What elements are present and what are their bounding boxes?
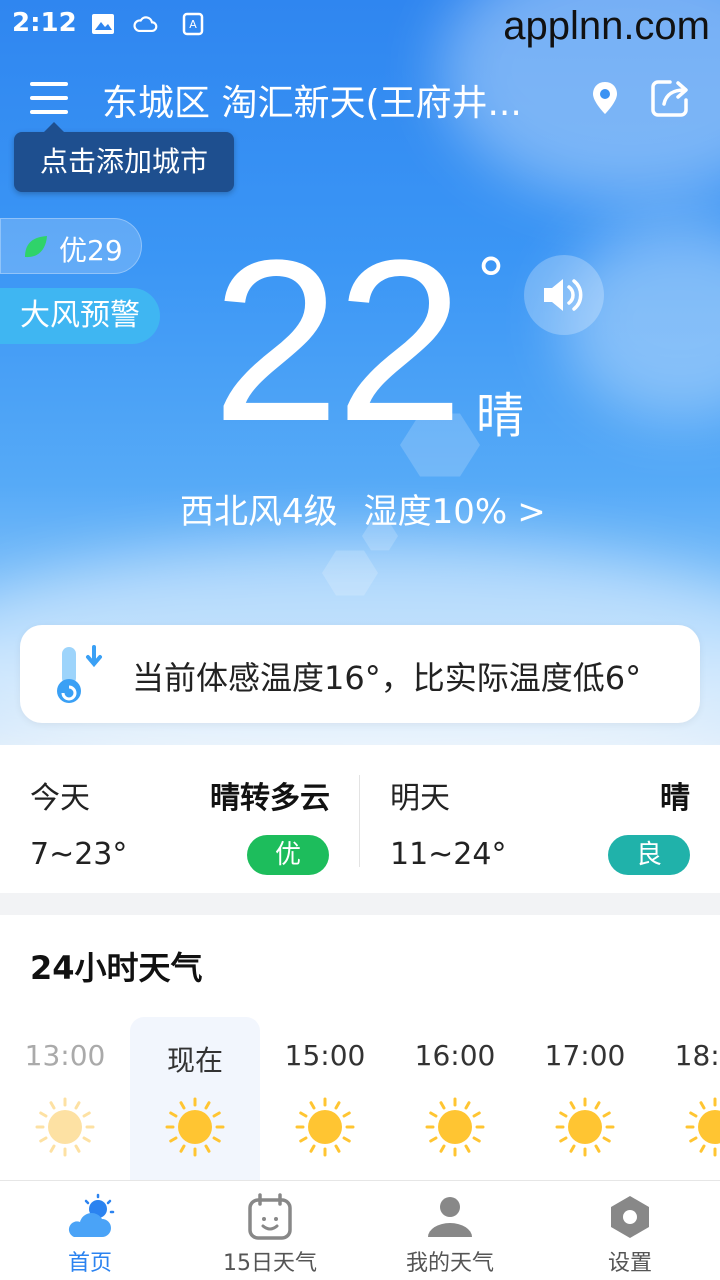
sun-icon [165, 1097, 225, 1157]
image-notification-icon [92, 14, 114, 34]
tomorrow-condition: 晴 [660, 781, 690, 816]
svg-text:A: A [189, 18, 197, 31]
calendar-icon [248, 1193, 292, 1240]
hourly-item[interactable]: 15:00 [260, 1017, 390, 1180]
speaker-icon [544, 279, 583, 311]
hourly-time: 16:00 [414, 1039, 496, 1072]
humidity-text: 湿度10% [363, 492, 508, 532]
weather-home-icon [68, 1193, 115, 1237]
hourly-item[interactable]: 17:00 [520, 1017, 650, 1180]
degree-symbol: ° [476, 246, 506, 316]
wind-warning-badge[interactable]: 大风预警 [0, 288, 160, 344]
sun-icon [295, 1097, 355, 1157]
today-condition: 晴转多云 [210, 781, 330, 816]
location-title[interactable]: 东城区 淘汇新天(王府井... [102, 74, 562, 126]
feels-like-card[interactable]: 当前体感温度16°，比实际温度低6° [20, 625, 700, 723]
sun-icon [685, 1097, 720, 1157]
sun-icon [35, 1097, 95, 1157]
cloud-notification-icon [133, 16, 158, 33]
two-day-forecast: 今天 晴转多云 7~23° 优 明天 晴 11~24° 良 [0, 745, 720, 893]
hourly-item[interactable]: 16:00 [390, 1017, 520, 1180]
hourly-item[interactable]: 18:00 [650, 1017, 720, 1180]
today-forecast[interactable]: 今天 晴转多云 7~23° 优 [0, 745, 360, 893]
status-bar: 2:12 A applnn.com [0, 0, 720, 52]
hourly-forecast[interactable]: 24小时天气 13:00 现在 15:00 16:00 17:00 18:00 [0, 915, 720, 1180]
forecast-divider [359, 775, 360, 867]
wind-text: 西北风4级 [180, 492, 338, 532]
voice-broadcast-button[interactable] [524, 255, 604, 335]
aqi-badge[interactable]: 优29 [0, 218, 142, 274]
current-temperature: 22 [212, 212, 464, 469]
watermark: applnn.com [503, 4, 710, 48]
hourly-title: 24小时天气 [30, 949, 203, 987]
tab-settings-label: 设置 [607, 1251, 652, 1276]
tomorrow-forecast[interactable]: 明天 晴 11~24° 良 [360, 745, 720, 893]
hourly-item[interactable]: 13:00 [0, 1017, 130, 1180]
hourly-time: 13:00 [24, 1039, 106, 1072]
tab-home-label: 首页 [67, 1251, 112, 1276]
tab-15-day-label: 15日天气 [223, 1251, 317, 1276]
tab-15-day[interactable]: 15日天气 [180, 1181, 360, 1280]
tab-settings[interactable]: 设置 [540, 1181, 720, 1280]
hourly-time: 17:00 [544, 1039, 626, 1072]
hourly-item[interactable]: 现在 [130, 1017, 260, 1180]
location-pin-icon[interactable] [590, 80, 620, 116]
aqi-label: 优29 [59, 234, 123, 267]
settings-icon [611, 1196, 649, 1238]
wind-humidity-link[interactable]: 西北风4级 湿度10% > [180, 484, 546, 533]
thermometer-icon [57, 645, 102, 703]
today-label: 今天 [30, 781, 90, 816]
today-air-quality-badge: 优 [247, 835, 329, 875]
chevron-right-icon: > [517, 492, 546, 532]
tomorrow-air-quality-badge: 良 [608, 835, 690, 875]
sun-icon [425, 1097, 485, 1157]
status-time: 2:12 [12, 8, 77, 38]
sun-icon [555, 1097, 615, 1157]
weather-hero: 2:12 A applnn.com 东城区 淘汇新天(王府井... 点击添加城市… [0, 0, 720, 745]
hourly-time: 18:00 [674, 1039, 720, 1072]
hourly-time: 现在 [166, 1044, 223, 1077]
tab-my-weather[interactable]: 我的天气 [360, 1181, 540, 1280]
tab-my-weather-label: 我的天气 [405, 1251, 494, 1276]
today-range: 7~23° [30, 837, 128, 872]
tab-home[interactable]: 首页 [0, 1181, 180, 1280]
hourly-time: 15:00 [284, 1039, 366, 1072]
leaf-icon [25, 236, 47, 258]
current-condition: 晴 [476, 388, 525, 444]
add-city-tooltip[interactable]: 点击添加城市 [14, 122, 234, 192]
tomorrow-label: 明天 [390, 781, 450, 816]
bottom-tab-bar: 首页 15日天气 我的天气 设置 [0, 1180, 720, 1280]
tomorrow-range: 11~24° [390, 837, 507, 872]
menu-button[interactable] [28, 78, 72, 118]
share-icon[interactable] [648, 76, 692, 120]
feels-like-text: 当前体感温度16°，比实际温度低6° [132, 659, 642, 697]
app-notification-icon: A [182, 12, 204, 36]
person-icon [428, 1197, 472, 1237]
